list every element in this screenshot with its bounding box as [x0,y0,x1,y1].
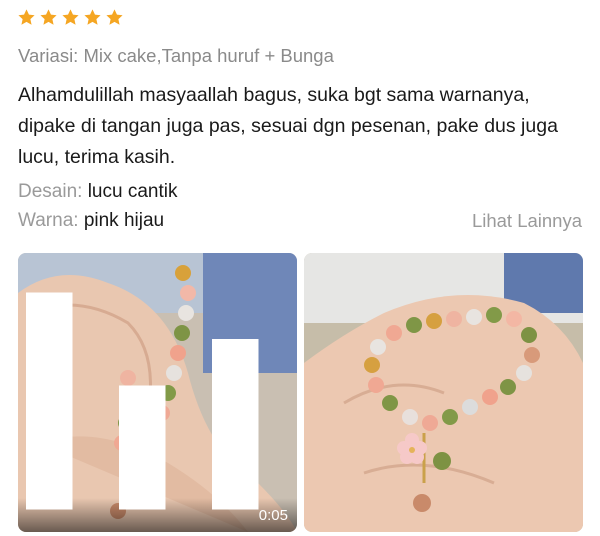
attribute-design: Desain: lucu cantik [18,181,177,203]
color-label: Warna: [18,210,79,231]
video-duration: 0:05 [258,507,288,524]
see-more-link[interactable]: Lihat Lainnya [472,210,582,232]
bracelet-photo-image [304,253,583,532]
design-value: lucu cantik [87,181,178,202]
variant-info: Variasi: Mix cake,Tanpa huruf + Bunga [18,45,334,67]
star-icon [61,8,80,27]
variant-value: Mix cake,Tanpa huruf + Bunga [83,45,334,66]
review-photo-thumbnail[interactable] [304,253,583,532]
star-icon [39,8,58,27]
design-label: Desain: [18,181,83,202]
review-video-thumbnail[interactable]: 0:05 [18,253,297,532]
color-value: pink hijau [83,210,165,231]
attribute-color: Warna: pink hijau [18,210,164,232]
star-rating [17,8,124,30]
variant-label: Variasi: [18,45,79,66]
star-icon [105,8,124,27]
star-icon [83,8,102,27]
star-icon [17,8,36,27]
video-bars-icon [26,292,259,510]
review-text: Alhamdulillah masyaallah bagus, suka bgt… [18,84,558,168]
